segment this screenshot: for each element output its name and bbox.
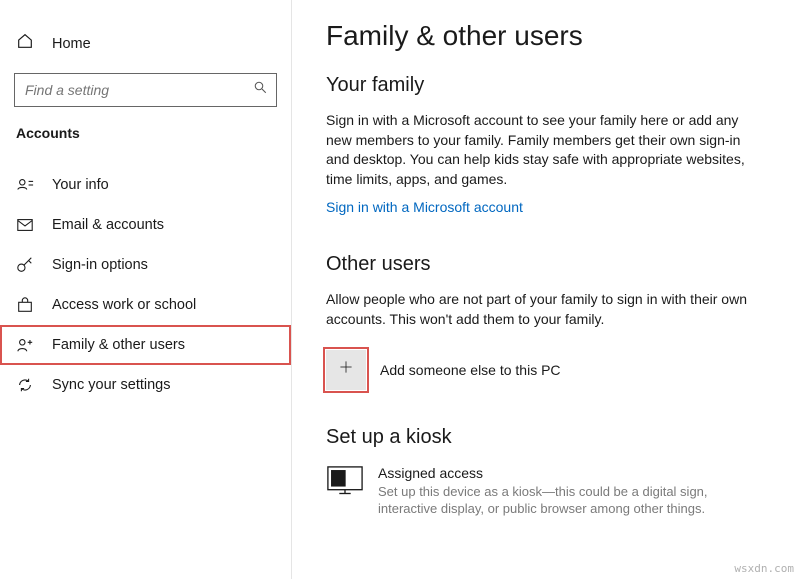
add-user-label: Add someone else to this PC (380, 362, 561, 378)
family-heading: Your family (326, 74, 766, 97)
assigned-access-desc: Set up this device as a kiosk—this could… (378, 483, 758, 518)
other-users-section: Other users Allow people who are not par… (326, 253, 766, 389)
main-content: Family & other users Your family Sign in… (292, 0, 800, 579)
family-icon (16, 336, 34, 354)
briefcase-icon (16, 296, 34, 314)
sidebar-item-sync-settings[interactable]: Sync your settings (0, 365, 291, 405)
home-button[interactable]: Home (0, 26, 291, 73)
sidebar-item-label: Access work or school (52, 297, 196, 313)
sidebar-item-access-work-school[interactable]: Access work or school (0, 285, 291, 325)
add-user-row[interactable]: Add someone else to this PC (326, 350, 766, 390)
key-icon (16, 256, 34, 274)
sidebar-item-label: Sync your settings (52, 377, 170, 393)
sidebar-item-email-accounts[interactable]: Email & accounts (0, 205, 291, 245)
page-title: Family & other users (326, 20, 766, 52)
search-input[interactable] (25, 82, 253, 98)
sidebar: Home Accounts Your info Email (0, 0, 292, 579)
search-box[interactable] (14, 73, 277, 107)
home-icon (16, 32, 34, 55)
search-icon (253, 80, 268, 100)
kiosk-heading: Set up a kiosk (326, 426, 766, 449)
sidebar-item-family-other-users[interactable]: Family & other users (0, 325, 291, 365)
assigned-access-title: Assigned access (378, 465, 758, 481)
mail-icon (16, 216, 34, 234)
sidebar-item-your-info[interactable]: Your info (0, 165, 291, 205)
plus-icon (338, 359, 354, 380)
category-label: Accounts (0, 125, 291, 155)
sync-icon (16, 376, 34, 394)
other-users-description: Allow people who are not part of your fa… (326, 290, 756, 329)
sidebar-item-label: Your info (52, 177, 109, 193)
sidebar-item-signin-options[interactable]: Sign-in options (0, 245, 291, 285)
family-description: Sign in with a Microsoft account to see … (326, 111, 756, 189)
assigned-access-row[interactable]: Assigned access Set up this device as a … (326, 465, 766, 518)
sidebar-item-label: Sign-in options (52, 257, 148, 273)
sidebar-item-label: Family & other users (52, 337, 185, 353)
kiosk-section: Set up a kiosk Assigned access Set up th… (326, 426, 766, 518)
watermark: wsxdn.com (734, 562, 794, 575)
signin-microsoft-link[interactable]: Sign in with a Microsoft account (326, 199, 523, 215)
family-section: Your family Sign in with a Microsoft acc… (326, 74, 766, 217)
kiosk-icon (326, 465, 364, 497)
user-card-icon (16, 176, 34, 194)
home-label: Home (52, 36, 91, 52)
add-user-button[interactable] (326, 350, 366, 390)
nav-list: Your info Email & accounts Sign-in optio… (0, 155, 291, 405)
sidebar-item-label: Email & accounts (52, 217, 164, 233)
other-users-heading: Other users (326, 253, 766, 276)
